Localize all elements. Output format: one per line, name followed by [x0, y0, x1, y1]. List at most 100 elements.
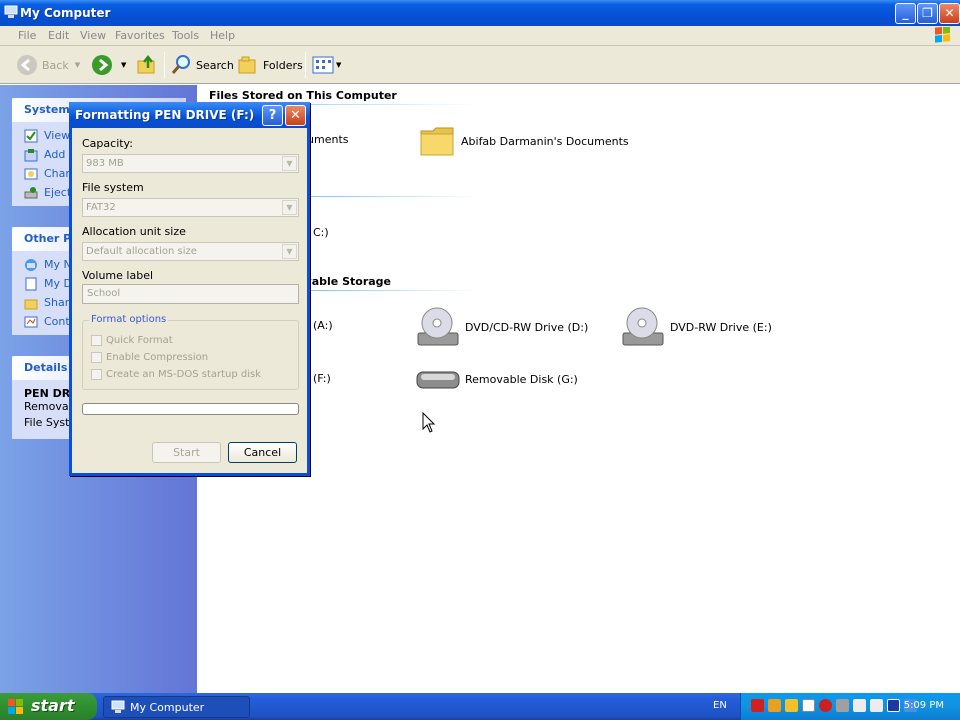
- dvd-drive-icon: [417, 307, 459, 346]
- format-progress-bar: [82, 403, 299, 415]
- file-system-select[interactable]: FAT32 ▼: [82, 198, 299, 217]
- format-options-legend: Format options: [89, 314, 169, 325]
- documents-icon: [25, 277, 37, 290]
- enable-compression-checkbox[interactable]: Enable Compression: [91, 352, 208, 363]
- restore-button[interactable]: ❐: [917, 3, 938, 24]
- tray-device-icon[interactable]: [870, 699, 883, 712]
- menu-help[interactable]: Help: [210, 29, 235, 42]
- views-grid-icon: [312, 56, 334, 74]
- eject-icon: [24, 186, 38, 198]
- back-arrow-icon: [17, 55, 37, 75]
- help-button[interactable]: ?: [262, 105, 283, 126]
- folders-label: Folders: [263, 58, 303, 72]
- folders-icon: [238, 56, 256, 74]
- capacity-select[interactable]: 983 MB ▼: [82, 154, 299, 173]
- volume-label-label: Volume label: [82, 269, 154, 282]
- item-label: C:): [313, 226, 329, 239]
- menu-file[interactable]: File: [18, 29, 36, 42]
- dialog-titlebar[interactable]: Formatting PEN DRIVE (F:) ? ✕: [69, 102, 310, 128]
- tray-security-icon[interactable]: [802, 699, 815, 712]
- menu-view[interactable]: View: [80, 29, 106, 42]
- taskbar: start My Computer EN 5:09 PM: [0, 693, 960, 720]
- dialog-close-button[interactable]: ✕: [285, 105, 306, 126]
- tray-shield-icon[interactable]: [785, 699, 798, 712]
- msdos-startup-checkbox[interactable]: Create an MS-DOS startup disk: [91, 369, 261, 380]
- tray-network-icon[interactable]: [768, 699, 781, 712]
- search-button[interactable]: Search: [170, 52, 234, 78]
- capacity-label: Capacity:: [82, 137, 133, 150]
- back-label: Back: [42, 58, 69, 72]
- dropdown-arrow-icon: ▼: [282, 244, 297, 259]
- removable-disk-g-item[interactable]: Removable Disk (G:): [415, 366, 578, 392]
- my-computer-icon: [111, 700, 125, 713]
- item-label: (F:): [313, 372, 331, 385]
- up-folder-icon: [137, 54, 155, 74]
- dvd-drive-icon: [622, 307, 664, 346]
- search-label: Search: [196, 58, 234, 72]
- window-title: My Computer: [20, 6, 111, 20]
- network-icon: [25, 258, 37, 271]
- dvd-cd-rw-drive-item[interactable]: DVD/CD-RW Drive (D:): [415, 305, 588, 349]
- up-folder-button[interactable]: [136, 52, 158, 78]
- start-button[interactable]: Start: [152, 442, 221, 463]
- shared-folder-icon: [24, 299, 38, 309]
- back-button[interactable]: Back ▼: [16, 52, 80, 78]
- taskbar-my-computer[interactable]: My Computer: [103, 696, 250, 718]
- pen-drive-f-item[interactable]: (F:): [309, 372, 331, 385]
- user-documents-item[interactable]: Abifab Darmanin's Documents: [419, 123, 629, 159]
- floppy-a-item[interactable]: (A:): [309, 319, 333, 332]
- add-remove-icon: [24, 148, 38, 161]
- menu-favorites[interactable]: Favorites: [115, 29, 165, 42]
- tray-monitor-icon[interactable]: [853, 699, 866, 712]
- item-label: (A:): [313, 319, 333, 332]
- file-system-label: File system: [82, 181, 144, 194]
- dvd-rw-drive-item[interactable]: DVD-RW Drive (E:): [620, 305, 772, 349]
- folder-view: Files Stored on This Computer cuments Ab…: [197, 85, 960, 693]
- tray-speaker-icon[interactable]: [836, 699, 849, 712]
- tray-display-icon[interactable]: [887, 699, 900, 712]
- dialog-title: Formatting PEN DRIVE (F:): [75, 108, 255, 122]
- folders-button[interactable]: Folders: [237, 52, 303, 78]
- forward-arrow-icon: [92, 55, 112, 75]
- start-label: start: [31, 696, 75, 715]
- local-disk-c-item[interactable]: C:): [309, 226, 329, 239]
- format-dialog: Formatting PEN DRIVE (F:) ? ✕ Capacity: …: [69, 102, 310, 476]
- menu-bar: File Edit View Favorites Tools Help: [0, 26, 960, 46]
- folder-icon: [420, 127, 454, 156]
- language-indicator[interactable]: EN: [713, 700, 727, 711]
- item-label: Abifab Darmanin's Documents: [461, 134, 629, 148]
- forward-dropdown-icon[interactable]: ▼: [121, 61, 126, 69]
- format-options-group: Format options Quick Format Enable Compr…: [82, 314, 299, 390]
- dropdown-arrow-icon: ▼: [282, 200, 297, 215]
- quick-format-checkbox[interactable]: Quick Format: [91, 335, 173, 346]
- tray-antivirus-icon[interactable]: [819, 699, 832, 712]
- start-button[interactable]: start: [0, 693, 97, 720]
- item-label: DVD/CD-RW Drive (D:): [465, 320, 589, 334]
- views-dropdown-icon[interactable]: ▼: [336, 61, 341, 69]
- close-button[interactable]: ✕: [939, 3, 960, 24]
- taskbar-item-label: My Computer: [130, 701, 205, 714]
- group-divider: [297, 290, 477, 291]
- volume-label-input[interactable]: School: [82, 284, 299, 304]
- system-tray: 5:09 PM: [740, 693, 960, 720]
- back-dropdown-icon[interactable]: ▼: [75, 61, 80, 69]
- allocation-unit-select[interactable]: Default allocation size ▼: [82, 242, 299, 261]
- removable-disk-icon: [416, 371, 460, 389]
- cancel-button[interactable]: Cancel: [228, 442, 297, 463]
- control-panel-icon: [24, 316, 38, 327]
- forward-button[interactable]: ▼: [91, 52, 126, 78]
- menu-tools[interactable]: Tools: [172, 29, 199, 42]
- item-label: DVD-RW Drive (E:): [670, 320, 772, 334]
- tray-flag-icon[interactable]: [751, 699, 764, 712]
- search-icon: [171, 55, 190, 74]
- clock[interactable]: 5:09 PM: [904, 700, 944, 711]
- menu-edit[interactable]: Edit: [48, 29, 69, 42]
- windows-logo-icon: [935, 27, 950, 43]
- dropdown-arrow-icon: ▼: [282, 156, 297, 171]
- mouse-cursor-icon: [422, 412, 436, 433]
- item-label: Removable Disk (G:): [465, 372, 578, 386]
- views-button[interactable]: ▼: [312, 52, 341, 78]
- standard-toolbar: Back ▼ ▼ Search Folders ▼: [0, 46, 960, 84]
- minimize-button[interactable]: _: [895, 3, 916, 24]
- window-titlebar[interactable]: My Computer _ ❐ ✕: [0, 0, 960, 26]
